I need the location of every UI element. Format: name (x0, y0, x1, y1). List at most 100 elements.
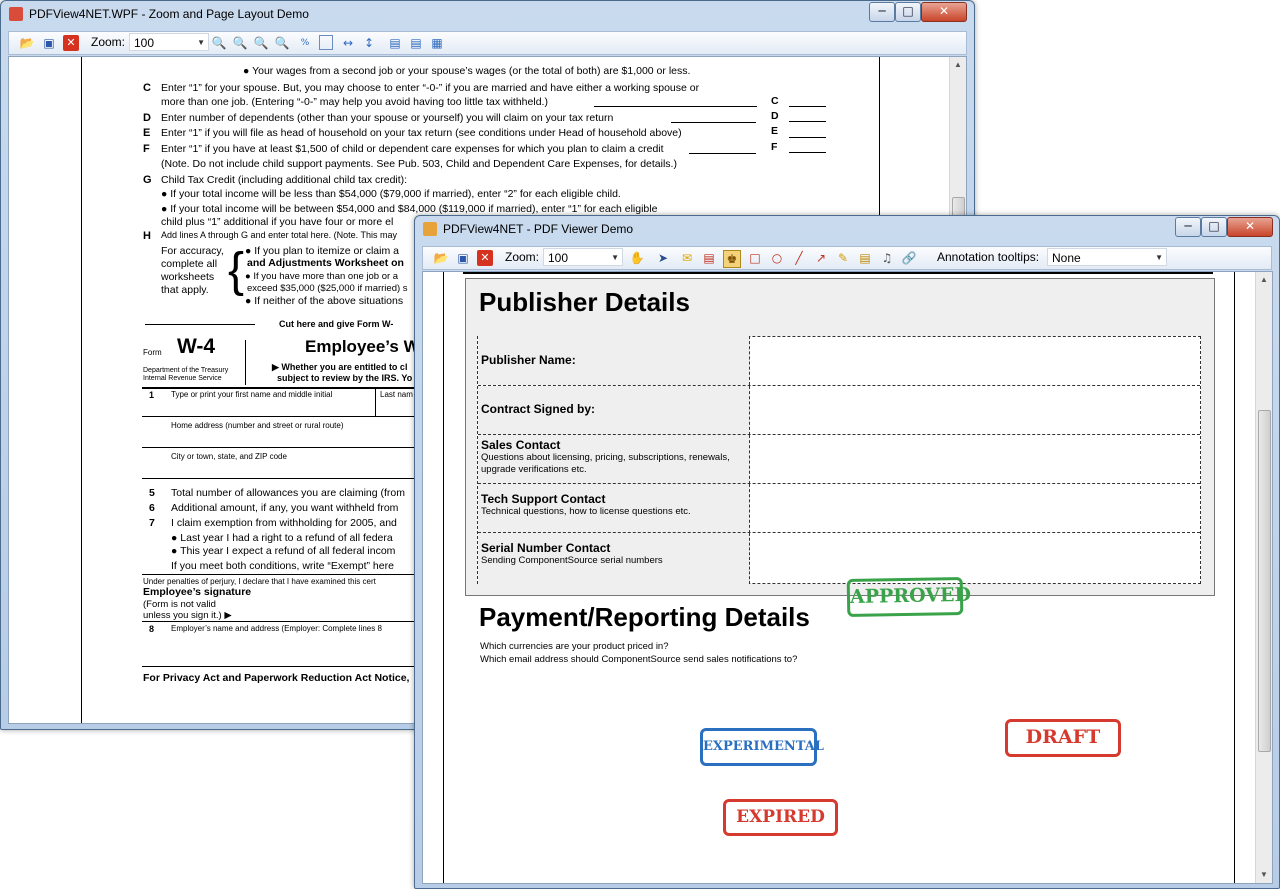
tech-support-desc: Technical questions, how to license ques… (481, 506, 691, 517)
attach-file-icon[interactable]: ▤ (857, 250, 873, 266)
scroll-thumb[interactable] (1258, 410, 1271, 752)
row-label-cell: Tech Support Contact Technical questions… (478, 484, 750, 533)
rectangle-icon[interactable]: □ (747, 250, 763, 266)
front-window-title: PDFView4NET - PDF Viewer Demo (443, 222, 634, 236)
minimize-button[interactable]: ─ (869, 2, 895, 22)
front-titlebar[interactable]: PDFView4NET - PDF Viewer Demo ─ □ ✕ (415, 216, 1279, 242)
single-page-icon[interactable]: ▤ (387, 35, 403, 51)
form-rule-5 (142, 574, 419, 575)
close-button[interactable]: ✕ (921, 2, 967, 22)
cut-text: Cut here and give Form W- (279, 319, 394, 329)
close-doc-icon[interactable]: ✕ (63, 35, 79, 51)
approved-stamp[interactable]: APPROVED (846, 576, 971, 618)
zoom-in-icon[interactable]: 🔍 (211, 35, 227, 51)
ellipse-icon[interactable]: ○ (769, 250, 785, 266)
bullet-itemize: ● If you plan to itemize or claim a (245, 245, 399, 257)
signature-label: Employee’s signature (143, 586, 252, 598)
line-num-8: 8 (149, 624, 155, 634)
scroll-up-icon[interactable]: ▲ (950, 57, 966, 73)
form-divider (245, 340, 246, 385)
line-f-2: (Note. Do not include child support paym… (161, 158, 677, 170)
chevron-down-icon: ▼ (1155, 253, 1163, 262)
arrow-icon[interactable]: ↗ (813, 250, 829, 266)
open-icon[interactable]: 📂 (19, 35, 35, 51)
box-letter-e: E (771, 125, 779, 137)
privacy-notice: For Privacy Act and Paperwork Reduction … (143, 672, 410, 684)
signature-note-2: unless you sign it.) ▶ (143, 610, 232, 621)
letter-h: H (143, 230, 151, 242)
link-icon[interactable]: 🔗 (901, 250, 917, 266)
contract-signed-label: Contract Signed by: (481, 402, 596, 416)
zoom-region-icon[interactable]: 🔍 (253, 35, 269, 51)
zoom-label: Zoom: (505, 250, 540, 264)
bullet-neither: ● If neither of the above situations (245, 295, 404, 307)
line-g-3: ● If your total income will be between $… (161, 203, 658, 215)
draft-stamp[interactable]: DRAFT (1005, 719, 1121, 757)
select-arrow-icon[interactable]: ➤ (655, 250, 671, 266)
back-window-title: PDFView4NET.WPF - Zoom and Page Layout D… (29, 7, 309, 21)
page-left-margin-line (81, 57, 82, 723)
form-rule-4 (142, 478, 419, 479)
table-row: Sales Contact Questions about licensing,… (478, 434, 1200, 484)
zoom-combo[interactable]: 100 ▼ (129, 33, 209, 51)
line-7c: If you meet both conditions, write “Exem… (171, 560, 394, 572)
close-doc-icon[interactable]: ✕ (477, 250, 493, 266)
box-line-e (789, 137, 826, 138)
tech-support-label: Tech Support Contact (481, 492, 606, 506)
expired-stamp[interactable]: EXPIRED (723, 799, 838, 836)
minimize-button[interactable]: ─ (1175, 217, 1201, 237)
front-document-area[interactable]: Publisher Details Publisher Name: Contra… (422, 271, 1273, 884)
experimental-stamp[interactable]: EXPERIMENTAL (700, 728, 824, 766)
first-name-field: Type or print your first name and middle… (171, 390, 333, 399)
line-7a: ● Last year I had a right to a refund of… (171, 532, 393, 544)
zoom-out-icon[interactable]: 🔍 (232, 35, 248, 51)
line-h: Add lines A through G and enter total he… (161, 230, 397, 240)
zoom-label: Zoom: (91, 35, 126, 49)
zoom-combo[interactable]: 100 ▼ (543, 248, 623, 266)
front-window[interactable]: PDFView4NET - PDF Viewer Demo ─ □ ✕ 📂 ▣ … (414, 215, 1280, 889)
letter-c: C (143, 82, 151, 94)
box-letter-c: C (771, 95, 779, 107)
underline-c (594, 106, 757, 107)
sound-icon[interactable]: ♫ (879, 250, 895, 266)
save-icon[interactable]: ▣ (41, 35, 57, 51)
line-5: Total number of allowances you are claim… (171, 487, 406, 499)
maximize-button[interactable]: □ (895, 2, 921, 22)
zoom-marquee-icon[interactable]: 🔍 (274, 35, 290, 51)
actual-size-icon[interactable]: % (297, 35, 313, 51)
save-icon[interactable]: ▣ (455, 250, 471, 266)
continuous-icon[interactable]: ▤ (408, 35, 424, 51)
open-icon[interactable]: 📂 (433, 250, 449, 266)
zoom-value: 100 (548, 251, 569, 265)
front-vertical-scrollbar[interactable]: ▲ ▼ (1255, 272, 1272, 883)
scroll-up-icon[interactable]: ▲ (1256, 272, 1272, 288)
back-titlebar[interactable]: PDFView4NET.WPF - Zoom and Page Layout D… (1, 1, 974, 27)
line-8: Employer’s name and address (Employer: C… (171, 624, 382, 633)
page-right-edge (1234, 272, 1235, 883)
close-button[interactable]: ✕ (1227, 217, 1273, 237)
serial-number-desc: Sending ComponentSource serial numbers (481, 555, 663, 566)
stamp-icon[interactable]: ♚ (723, 250, 741, 268)
line-g-4: child plus “1” additional if you have fo… (161, 216, 394, 228)
fit-width-icon[interactable]: ↔ (340, 35, 356, 51)
tooltips-combo[interactable]: None ▼ (1047, 248, 1167, 266)
scroll-down-icon[interactable]: ▼ (1256, 867, 1272, 883)
pencil-icon[interactable]: ✎ (835, 250, 851, 266)
line-icon[interactable]: ╱ (791, 250, 807, 266)
two-page-icon[interactable]: ▦ (429, 35, 445, 51)
tooltips-label: Annotation tooltips: (937, 250, 1040, 264)
department-2: Internal Revenue Service (143, 375, 222, 382)
signature-note-1: (Form is not valid (143, 599, 216, 610)
form-rule-7 (142, 666, 419, 667)
hand-tool-icon[interactable]: ✋ (629, 250, 645, 266)
row-label-cell: Publisher Name: (478, 336, 750, 385)
note-icon[interactable]: ✉ (679, 250, 695, 266)
brace: { (228, 244, 245, 297)
maximize-button[interactable]: □ (1201, 217, 1227, 237)
fit-page-icon[interactable] (319, 35, 333, 50)
underline-f (689, 153, 756, 154)
fit-height-icon[interactable]: ↕ (361, 35, 377, 51)
table-row: Publisher Name: (478, 336, 1200, 385)
tooltips-value: None (1052, 251, 1081, 265)
text-box-icon[interactable]: ▤ (701, 250, 717, 266)
